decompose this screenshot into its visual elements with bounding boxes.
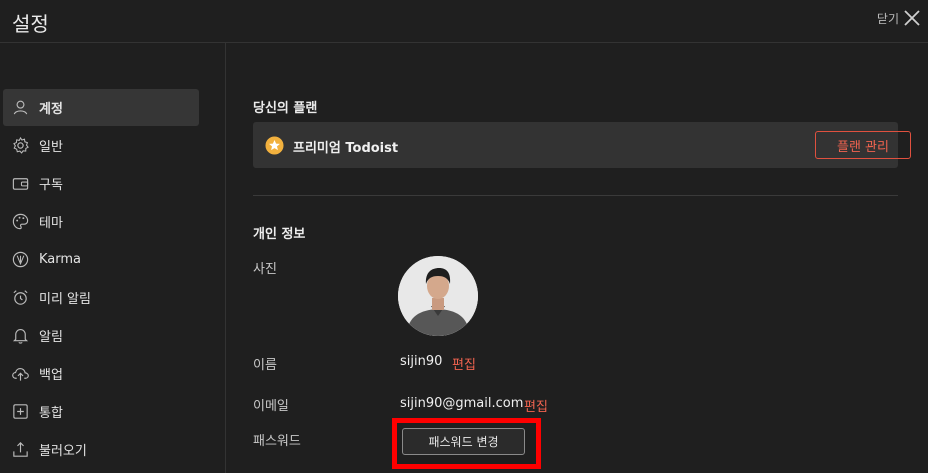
plan-name: 프리미엄 Todoist [293, 141, 399, 156]
bell-icon [12, 329, 29, 344]
user-icon [13, 100, 28, 115]
sidebar-item-label: 테마 [39, 216, 63, 231]
sidebar-item-theme[interactable]: 테마 [3, 203, 199, 240]
edit-email-link[interactable]: 편집 [524, 396, 548, 415]
sidebar-item-subscription[interactable]: 구독 [3, 165, 199, 202]
gear-icon [13, 136, 29, 154]
name-label: 이름 [253, 358, 277, 373]
change-password-button[interactable]: 패스워드 변경 [402, 428, 525, 455]
sidebar-item-label: 계정 [39, 102, 63, 117]
sidebar-item-backup[interactable]: 백업 [3, 355, 199, 392]
plan-card: 프리미엄 Todoist 플랜 관리 [253, 122, 911, 168]
sidebar-item-import[interactable]: 불러오기 [3, 431, 199, 468]
sidebar-item-integrations[interactable]: 통합 [3, 393, 199, 430]
name-value: sijin90 [400, 354, 443, 369]
star-icon [265, 136, 284, 155]
wallet-icon [12, 178, 29, 190]
sidebar-item-general[interactable]: 일반 [3, 127, 199, 164]
email-label: 이메일 [253, 399, 289, 414]
sidebar-item-karma[interactable]: Karma [3, 241, 199, 278]
cloud-upload-icon [12, 367, 29, 381]
sidebar-item-label: 일반 [39, 140, 63, 155]
sidebar-item-label: 통합 [39, 406, 63, 421]
section-divider [253, 195, 898, 196]
password-label: 패스워드 [253, 434, 301, 449]
karma-icon [12, 251, 29, 268]
close-button[interactable]: 닫기 [877, 8, 922, 28]
personal-section-title: 개인 정보 [253, 227, 306, 242]
sidebar-item-label: 구독 [39, 178, 63, 193]
sidebar-item-label: 미리 알림 [39, 292, 91, 307]
edit-name-link[interactable]: 편집 [452, 354, 476, 373]
sidebar-item-reminders[interactable]: 미리 알림 [3, 279, 199, 316]
close-icon [904, 10, 920, 26]
sidebar-item-notifications[interactable]: 알림 [3, 317, 199, 354]
email-value: sijin90@gmail.com [400, 396, 524, 411]
sidebar-item-label: 불러오기 [39, 444, 87, 459]
sidebar-item-label: 백업 [39, 368, 63, 383]
close-label: 닫기 [876, 11, 899, 26]
sidebar-item-label: 알림 [39, 330, 63, 345]
photo-label: 사진 [253, 262, 277, 277]
manage-plan-button[interactable]: 플랜 관리 [815, 131, 911, 159]
alarm-clock-icon [13, 290, 28, 305]
sidebar-item-account[interactable]: 계정 [3, 89, 199, 126]
sidebar-item-label: Karma [39, 252, 82, 267]
account-settings-panel: 당신의 플랜 프리미엄 Todoist 플랜 관리 개인 정보 사진 이름 si… [227, 43, 928, 473]
avatar[interactable] [398, 256, 478, 336]
settings-header: 설정 닫기 [0, 0, 928, 43]
integration-icon [13, 404, 28, 419]
import-icon [13, 442, 28, 457]
palette-icon [12, 213, 29, 230]
settings-sidebar: 계정 일반 구독 테마 Karma 미리 알림 알림 백업 통합 불러오기 [0, 43, 226, 473]
plan-section-title: 당신의 플랜 [253, 101, 318, 116]
profile-photo [398, 256, 478, 336]
page-title: 설정 [12, 12, 49, 36]
